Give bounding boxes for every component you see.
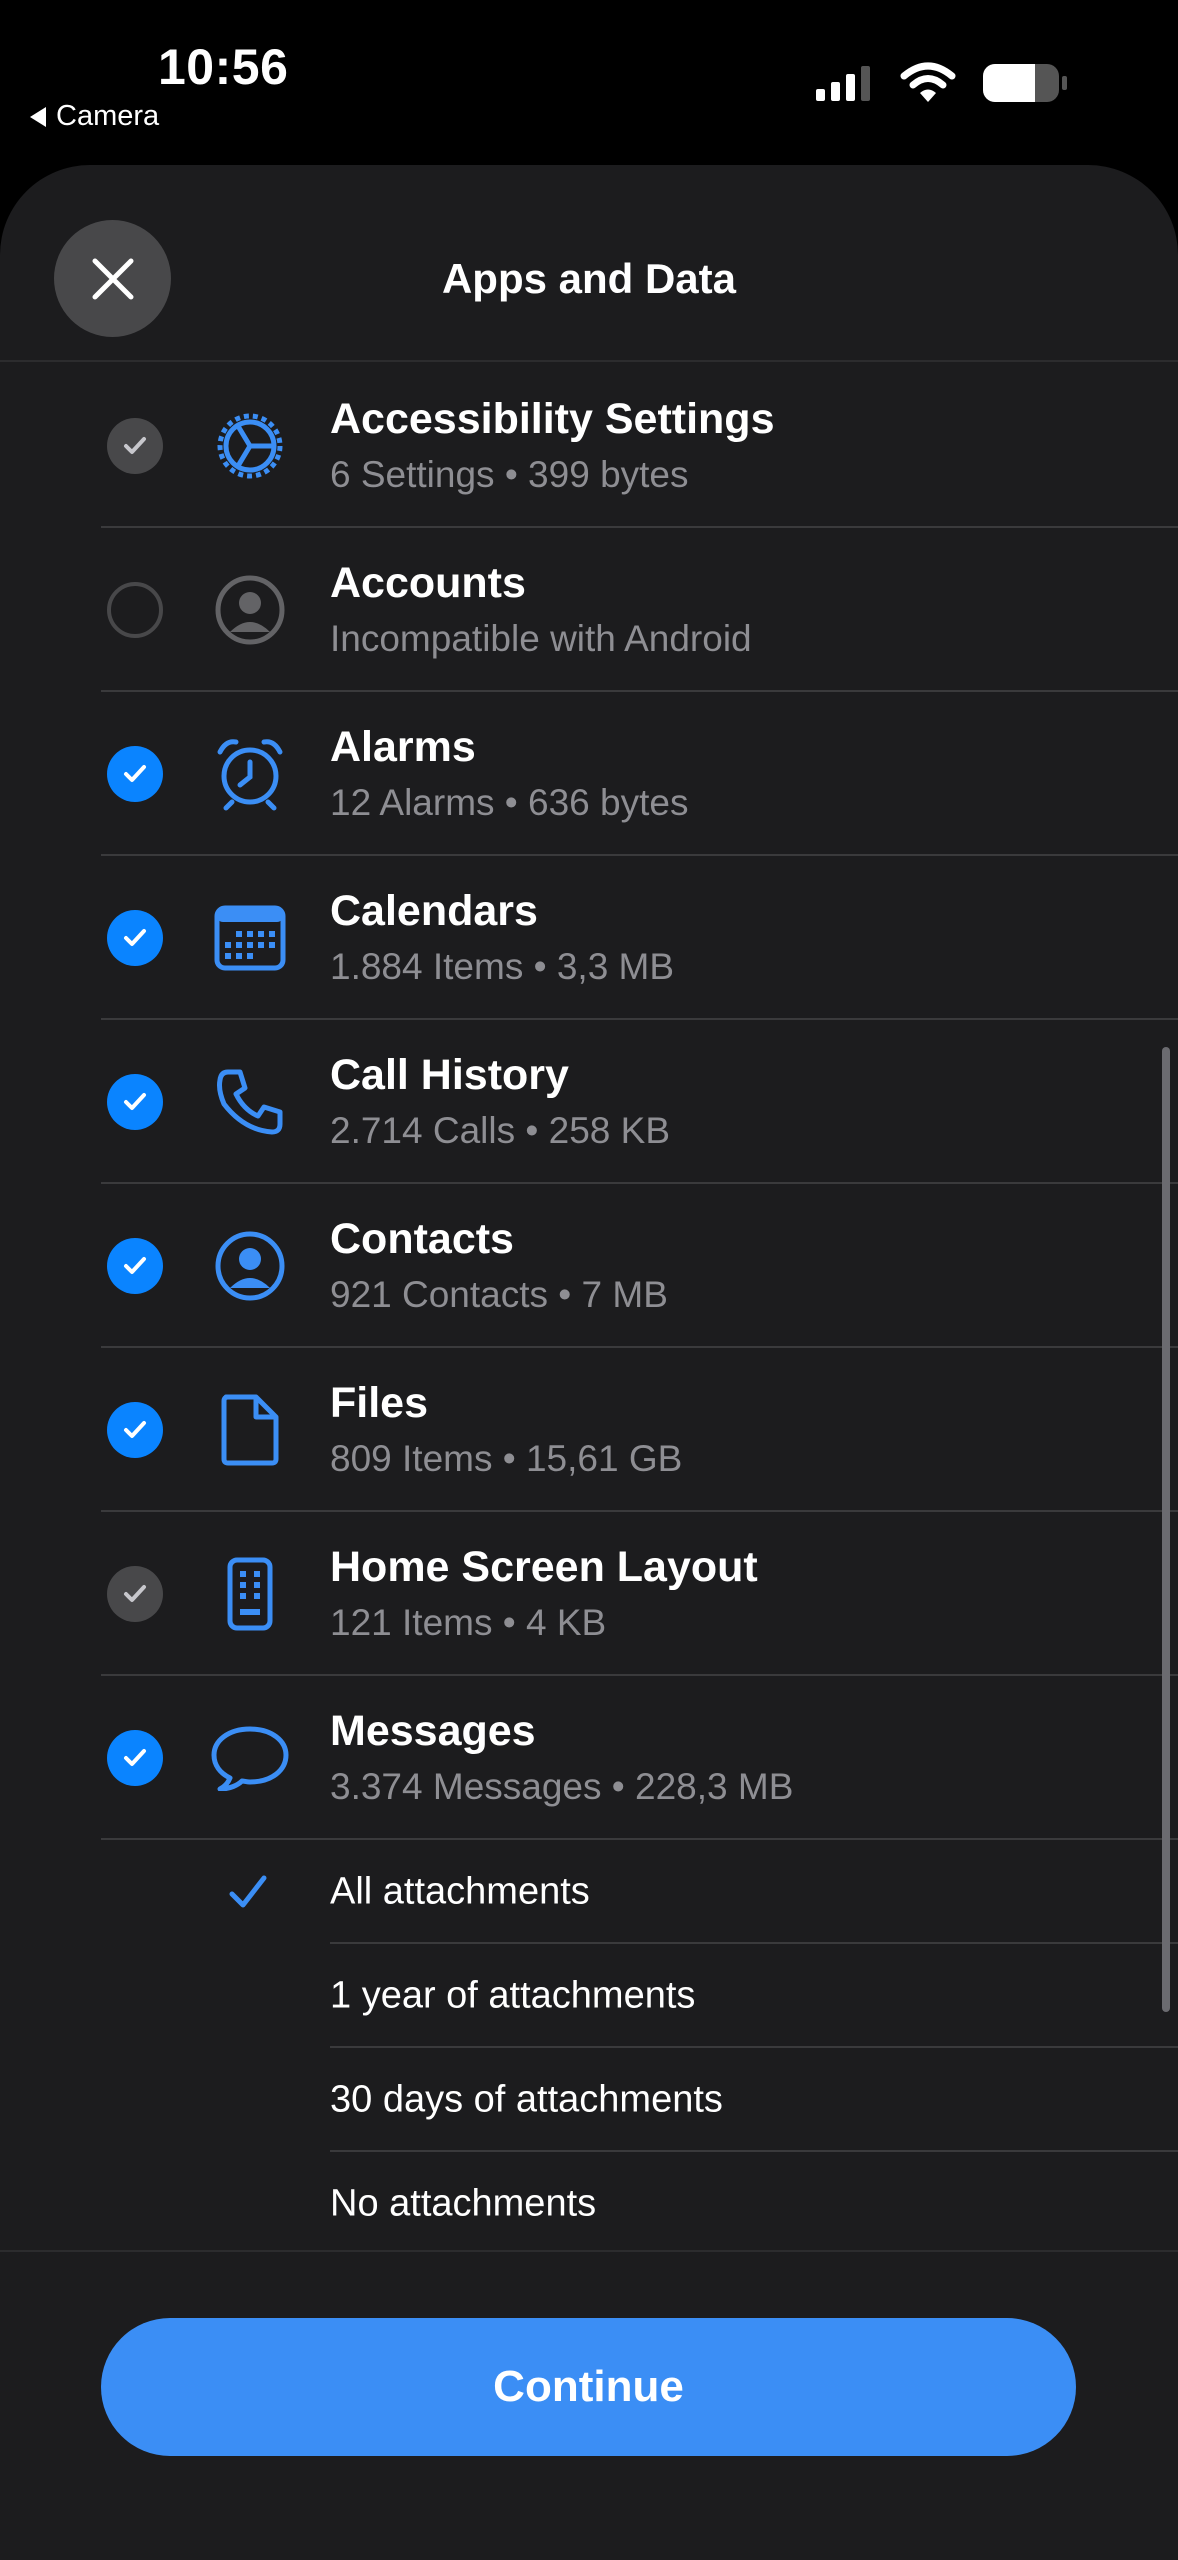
checkbox-disabled-checked [107,418,163,474]
item-title: Alarms [330,723,476,771]
checkbox-disabled-checked [107,1566,163,1622]
item-subtitle: 1.884 Items • 3,3 MB [330,946,675,987]
item-subtitle: 121 Items • 4 KB [330,1602,607,1643]
item-subtitle: 2.714 Calls • 258 KB [330,1110,670,1151]
wifi-icon [900,62,956,102]
list-item-call-history[interactable]: Call History 2.714 Calls • 258 KB [0,1020,1178,1184]
item-title: Calendars [330,887,538,935]
item-title: Home Screen Layout [330,1543,758,1591]
sheet-title: Apps and Data [441,255,737,302]
list-item-calendars[interactable]: Calendars 1.884 Items • 3,3 MB [0,856,1178,1020]
option-label: 1 year of attachments [330,1974,696,2017]
status-bar: 10:56 Camera [0,0,1178,160]
message-bubble-icon [210,1718,290,1798]
item-subtitle: 12 Alarms • 636 bytes [330,782,689,823]
option-1-year-attachments[interactable]: 1 year of attachments [0,1944,1178,2048]
gear-icon [210,406,290,486]
item-title: Accessibility Settings [330,395,775,443]
checkmark-icon [124,1093,146,1110]
option-30-days-attachments[interactable]: 30 days of attachments [0,2048,1178,2152]
checkmark-icon [124,765,146,782]
checkbox-checked[interactable] [107,1238,163,1294]
battery-icon [983,64,1067,102]
scrollbar[interactable] [1162,1047,1170,2012]
continue-button[interactable]: Continue [101,2318,1076,2456]
checkbox-checked[interactable] [107,746,163,802]
list-item-messages[interactable]: Messages 3.374 Messages • 228,3 MB [0,1676,1178,1840]
phone-icon [210,1062,290,1142]
cellular-signal-icon [816,66,870,101]
checkbox-unchecked [107,582,163,638]
checkmark-icon [124,929,146,946]
item-subtitle: 921 Contacts • 7 MB [330,1274,668,1315]
apps-and-data-sheet: Apps and Data Accessibility Settings 6 S… [0,165,1178,2560]
status-time: 10:56 [158,39,289,95]
list-item-home-screen-layout[interactable]: Home Screen Layout 121 Items • 4 KB [0,1512,1178,1676]
data-category-list: Accessibility Settings 6 Settings • 399 … [0,364,1178,2256]
sheet-header: Apps and Data [0,165,1178,362]
item-subtitle: 809 Items • 15,61 GB [330,1438,683,1479]
back-to-app-link[interactable]: Camera [30,100,159,133]
item-title: Messages [330,1707,536,1755]
item-title: Accounts [330,559,526,607]
option-label: No attachments [330,2182,597,2225]
list-item-files[interactable]: Files 809 Items • 15,61 GB [0,1348,1178,1512]
list-item-accessibility-settings[interactable]: Accessibility Settings 6 Settings • 399 … [0,364,1178,528]
item-title: Files [330,1379,428,1427]
list-item-contacts[interactable]: Contacts 921 Contacts • 7 MB [0,1184,1178,1348]
checkbox-checked[interactable] [107,910,163,966]
checkbox-checked[interactable] [107,1402,163,1458]
item-subtitle: Incompatible with Android [330,618,752,659]
option-no-attachments[interactable]: No attachments [0,2152,1178,2256]
checkmark-icon [124,1749,146,1766]
item-subtitle: 6 Settings • 399 bytes [330,454,689,495]
item-subtitle: 3.374 Messages • 228,3 MB [330,1766,794,1807]
list-item-alarms[interactable]: Alarms 12 Alarms • 636 bytes [0,692,1178,856]
option-all-attachments[interactable]: All attachments [0,1840,1178,1944]
checkmark-icon [124,437,146,454]
back-app-label: Camera [56,100,160,132]
option-label: 30 days of attachments [330,2078,723,2121]
checkmark-icon [124,1585,146,1602]
checkbox-checked[interactable] [107,1730,163,1786]
list-item-accounts: Accounts Incompatible with Android [0,528,1178,692]
alarm-clock-icon [210,734,290,814]
calendar-icon [210,898,290,978]
checkmark-icon [124,1257,146,1274]
phone-device-icon [210,1554,290,1634]
person-circle-icon [210,570,290,650]
file-icon [210,1390,290,1470]
checkbox-checked[interactable] [107,1074,163,1130]
status-icons [814,62,1068,104]
item-title: Contacts [330,1215,514,1263]
option-label: All attachments [330,1870,590,1913]
back-triangle-icon [30,106,46,127]
item-title: Call History [330,1051,569,1099]
contact-icon [210,1226,290,1306]
checkmark-icon [124,1421,146,1438]
selected-checkmark-icon [229,1875,267,1908]
